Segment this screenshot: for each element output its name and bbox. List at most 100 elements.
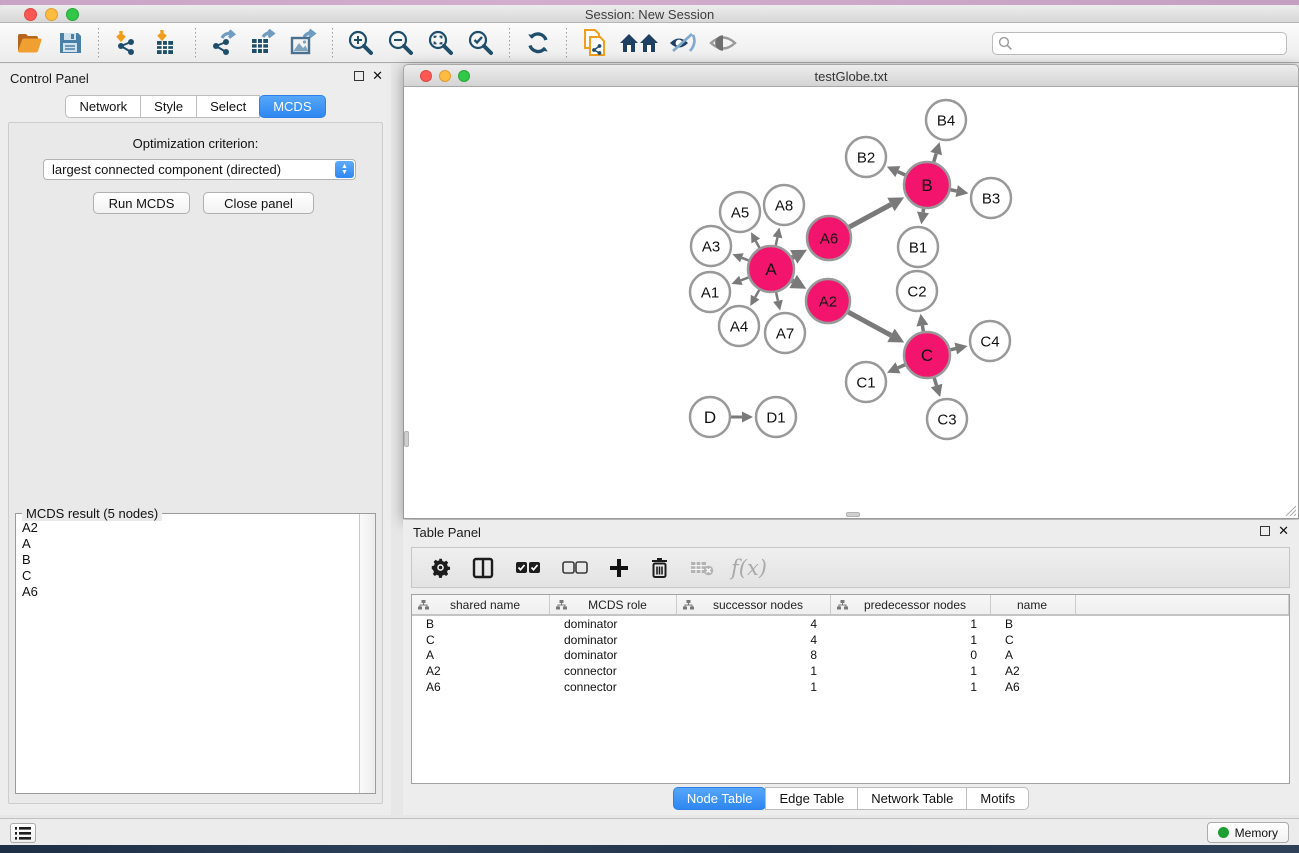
table-tab-motifs[interactable]: Motifs: [966, 787, 1029, 810]
mcds-result-item[interactable]: A6: [22, 584, 358, 600]
graph-node-label-C: C: [921, 346, 933, 365]
graph-edge-B-B4[interactable]: [934, 154, 936, 162]
memory-status-icon: [1218, 827, 1229, 838]
table-row[interactable]: Cdominator41C: [412, 632, 1289, 648]
table-body: Bdominator41BCdominator41CAdominator80AA…: [412, 616, 1289, 695]
table-row[interactable]: A2connector11A2: [412, 663, 1289, 679]
graph-edge-C-C3[interactable]: [934, 378, 936, 386]
table-tab-edge-table[interactable]: Edge Table: [765, 787, 858, 810]
mcds-result-item[interactable]: A: [22, 536, 358, 552]
mcds-result-list[interactable]: A2ABCA6: [17, 520, 358, 792]
graph-node-label-C1: C1: [856, 374, 875, 391]
network-window-title-bar[interactable]: testGlobe.txt: [403, 64, 1299, 87]
table-cell: A: [412, 648, 550, 662]
refresh-icon[interactable]: [522, 27, 554, 59]
graph-edge-A2-C[interactable]: [848, 312, 891, 335]
graph-edge-B-B3[interactable]: [951, 190, 957, 191]
column-header-mcds-role[interactable]: MCDS role: [550, 595, 677, 614]
zoom-fit-icon[interactable]: [425, 27, 457, 59]
table-tab-node-table[interactable]: Node Table: [673, 787, 767, 810]
graph-edge-A-A7[interactable]: [776, 292, 778, 300]
graph-edge-A6-B[interactable]: [849, 205, 891, 228]
resize-grip-icon[interactable]: [1284, 504, 1296, 516]
table-tabs: Node TableEdge TableNetwork TableMotifs: [403, 787, 1299, 810]
graph-edge-C-C1[interactable]: [898, 365, 905, 368]
table-row[interactable]: Adominator80A: [412, 648, 1289, 664]
table-row[interactable]: A6connector11A6: [412, 679, 1289, 695]
graph-edge-A-A6[interactable]: [792, 257, 794, 258]
deselect-all-icon[interactable]: [562, 561, 588, 574]
graph-node-label-B3: B3: [982, 190, 1000, 207]
memory-button[interactable]: Memory: [1207, 822, 1289, 843]
table-tab-network-table[interactable]: Network Table: [857, 787, 967, 810]
zoom-selected-icon[interactable]: [465, 27, 497, 59]
table-cell: C: [412, 633, 550, 647]
graph-edge-arrowhead: [742, 412, 753, 423]
export-network-icon[interactable]: [208, 27, 240, 59]
float-table-panel-icon[interactable]: [1260, 526, 1270, 536]
zoom-in-icon[interactable]: [345, 27, 377, 59]
graph-edge-arrowhead: [773, 300, 783, 311]
column-header-predecessor-nodes[interactable]: predecessor nodes: [831, 595, 991, 614]
graph-edge-C-C4[interactable]: [950, 349, 955, 350]
table-cell: dominator: [550, 617, 677, 631]
show-eye-icon[interactable]: [707, 27, 739, 59]
table-cell: 1: [677, 680, 831, 694]
export-table-icon[interactable]: [248, 27, 280, 59]
select-all-icon[interactable]: [515, 561, 541, 574]
tab-mcds[interactable]: MCDS: [259, 95, 325, 118]
vertical-scroll-thumb[interactable]: [404, 431, 409, 447]
network-canvas[interactable]: AA1A2A3A4A5A6A7A8BB1B2B3B4CC1C2C3C4DD1: [403, 87, 1299, 519]
home-icon[interactable]: [619, 27, 659, 59]
table-row[interactable]: Bdominator41B: [412, 616, 1289, 632]
float-panel-icon[interactable]: [354, 71, 364, 81]
graph-edge-A-A1[interactable]: [741, 277, 749, 280]
delete-row-icon[interactable]: [650, 557, 669, 578]
import-table-icon[interactable]: [151, 27, 183, 59]
tab-style[interactable]: Style: [140, 95, 197, 118]
graph-edge-A-A5[interactable]: [756, 241, 760, 248]
graph-node-label-A4: A4: [730, 318, 748, 335]
tab-network[interactable]: Network: [65, 95, 141, 118]
graph-edge-A-A8[interactable]: [776, 237, 778, 245]
graph-node-label-A1: A1: [701, 284, 719, 301]
toolbar-separator: [98, 28, 99, 58]
table-cell: A6: [412, 680, 550, 694]
close-table-panel-icon[interactable]: ✕: [1278, 526, 1289, 536]
graph-edge-C-C2[interactable]: [922, 326, 923, 332]
graph-edge-B-B1[interactable]: [923, 209, 924, 213]
zoom-out-icon[interactable]: [385, 27, 417, 59]
mcds-result-item[interactable]: C: [22, 568, 358, 584]
search-input[interactable]: [992, 32, 1287, 55]
mcds-result-item[interactable]: B: [22, 552, 358, 568]
optimization-criterion-select[interactable]: largest connected component (directed) ▲…: [43, 159, 356, 180]
graph-edge-arrowhead: [955, 343, 968, 355]
add-row-icon[interactable]: [609, 558, 629, 578]
graph-edge-B-B2[interactable]: [898, 172, 905, 175]
close-panel-icon[interactable]: ✕: [372, 71, 383, 81]
run-mcds-button[interactable]: Run MCDS: [93, 192, 190, 214]
export-image-icon[interactable]: [288, 27, 320, 59]
show-column-icon[interactable]: [472, 557, 494, 579]
task-history-button[interactable]: [10, 823, 36, 843]
clone-network-icon[interactable]: [579, 27, 611, 59]
column-header-shared-name[interactable]: shared name: [412, 595, 550, 614]
settings-gear-icon[interactable]: [430, 557, 451, 578]
mcds-result-scrollbar[interactable]: [359, 514, 375, 793]
import-network-icon[interactable]: [111, 27, 143, 59]
graph-node-label-A3: A3: [702, 238, 720, 255]
graph-node-label-B1: B1: [909, 239, 927, 256]
column-type-icon: [683, 600, 694, 610]
open-session-icon[interactable]: [14, 27, 46, 59]
column-header-successor-nodes[interactable]: successor nodes: [677, 595, 831, 614]
hide-eye-icon[interactable]: [667, 27, 699, 59]
column-header-name[interactable]: name: [991, 595, 1076, 614]
graph-edge-A-A4[interactable]: [755, 290, 759, 297]
mcds-result-item[interactable]: A2: [22, 520, 358, 536]
graph-edge-A-A3[interactable]: [742, 258, 749, 261]
save-session-icon[interactable]: [54, 27, 86, 59]
horizontal-scroll-thumb[interactable]: [846, 512, 860, 517]
tab-select[interactable]: Select: [196, 95, 260, 118]
close-panel-button[interactable]: Close panel: [203, 192, 314, 214]
table-cell: dominator: [550, 633, 677, 647]
